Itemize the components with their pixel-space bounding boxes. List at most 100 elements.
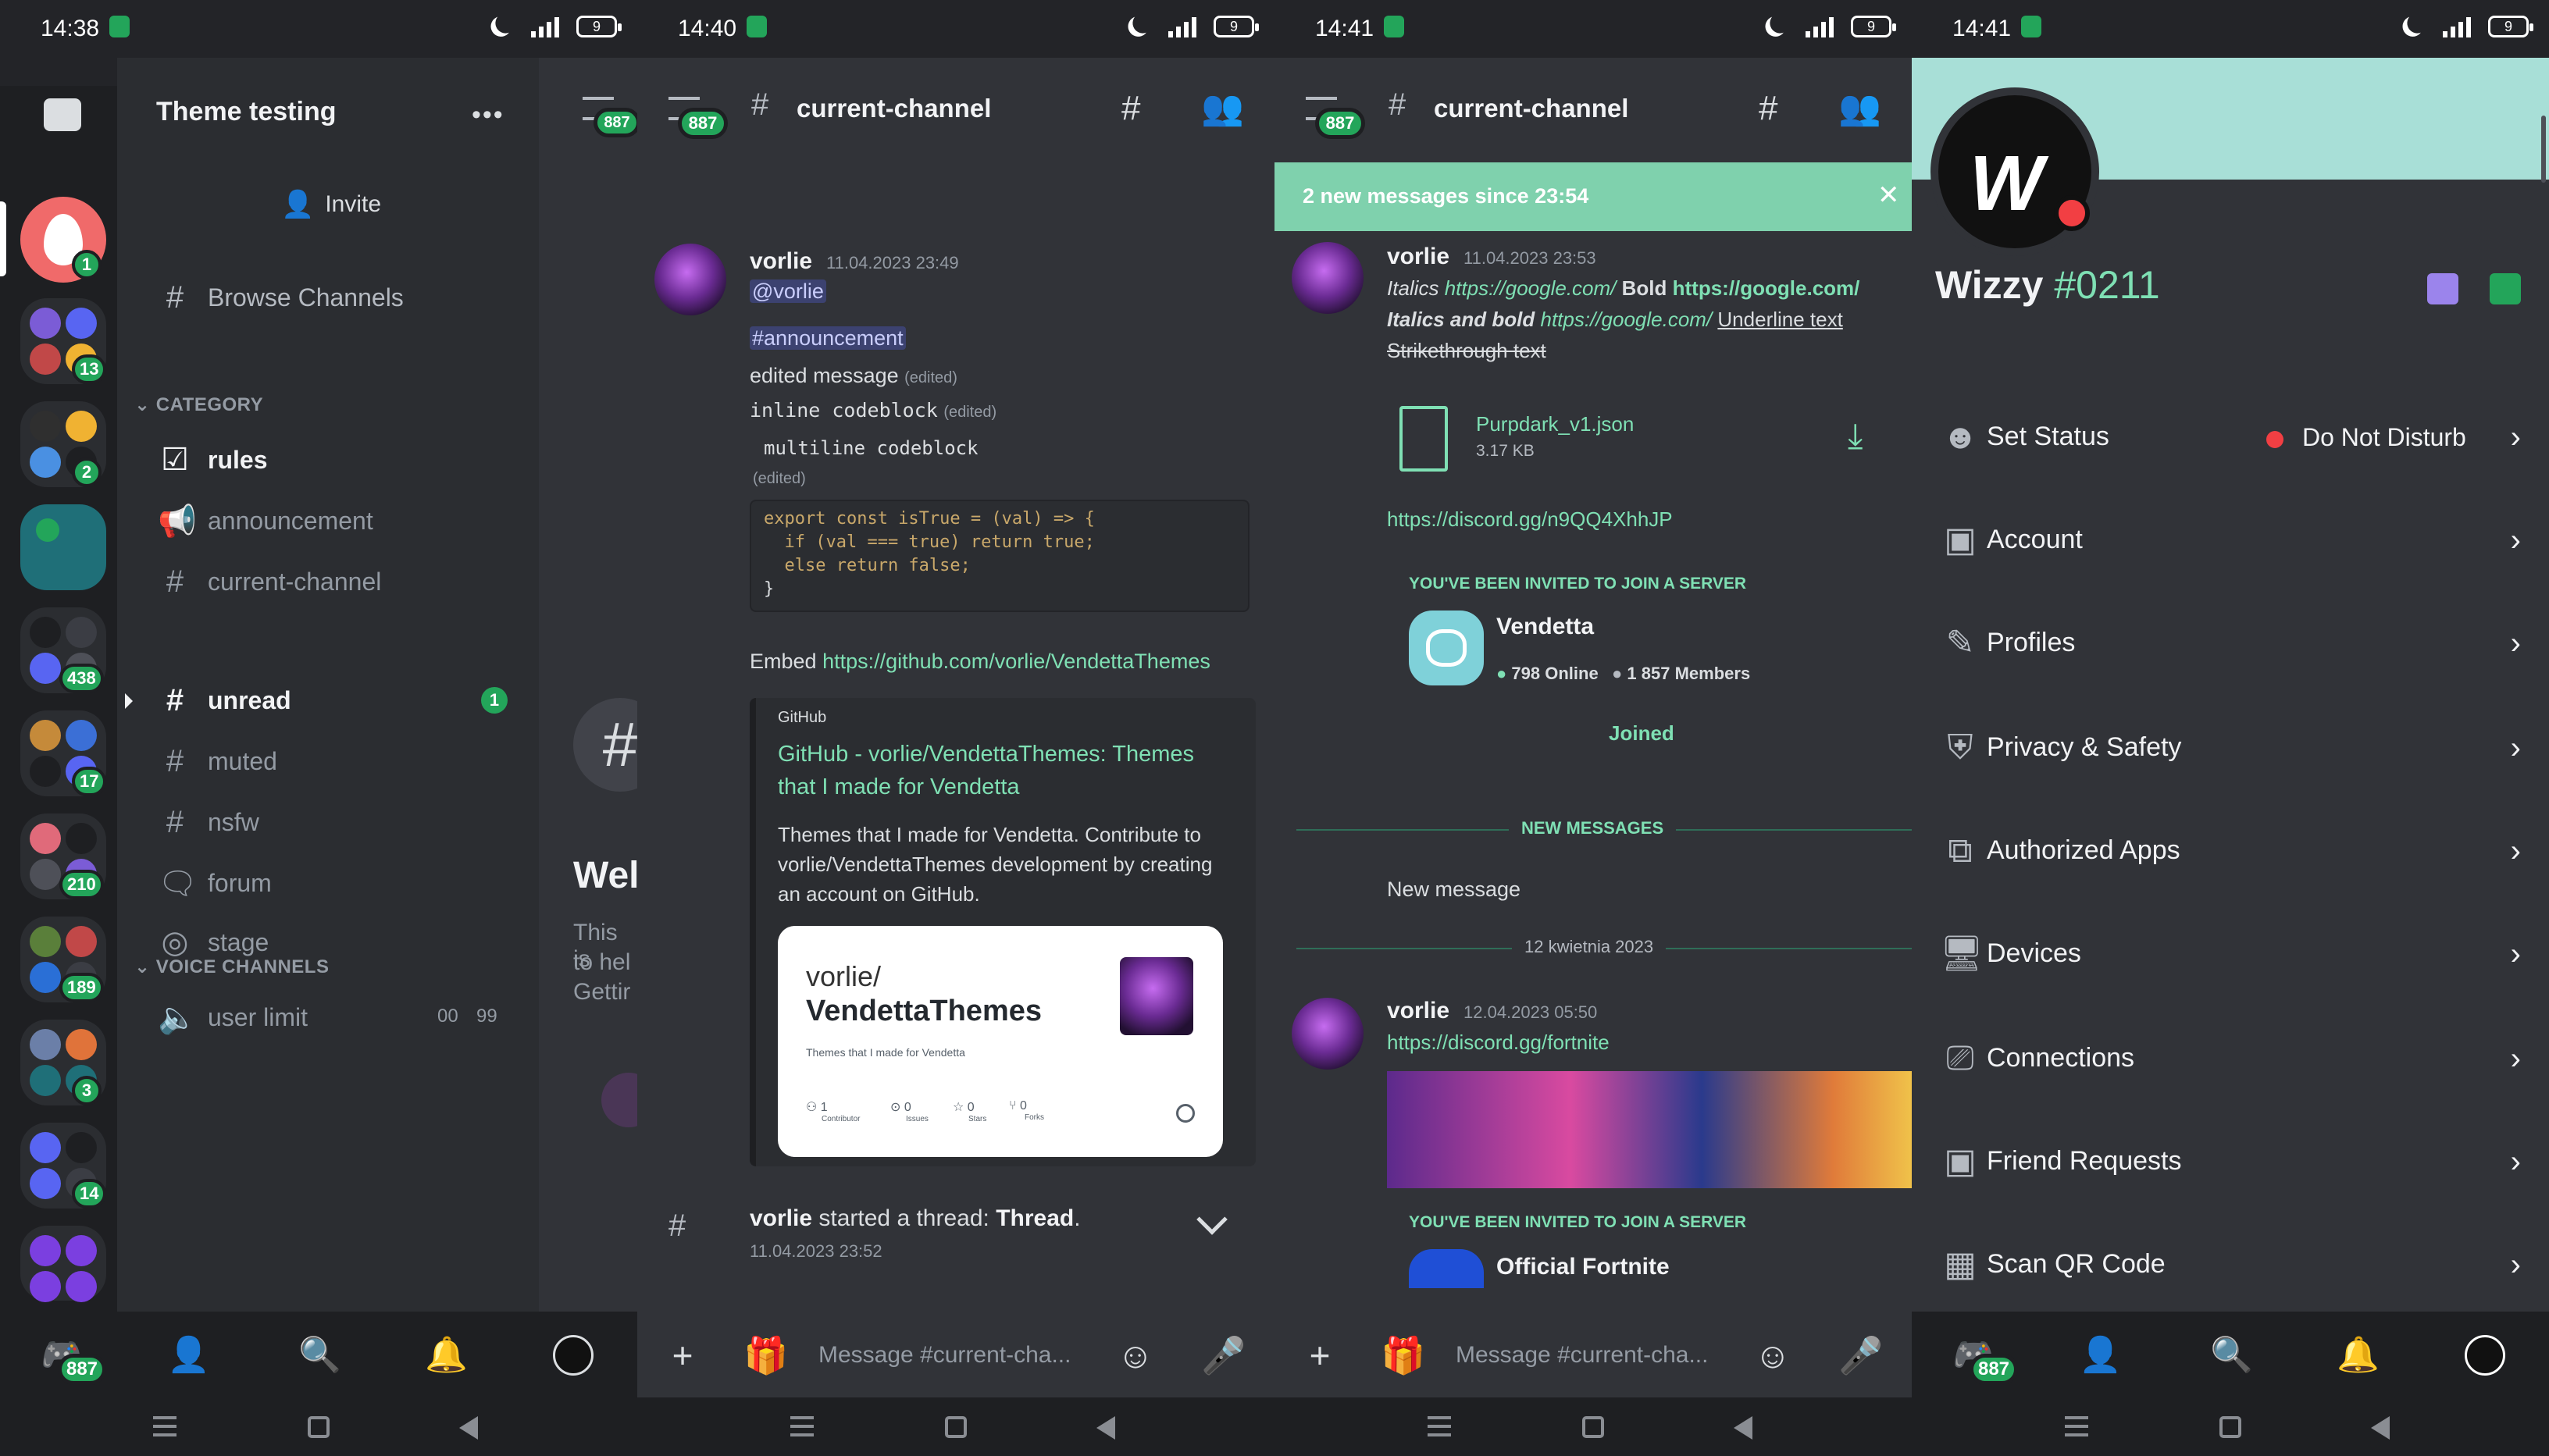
voice-channel-name: user limit bbox=[208, 1002, 308, 1031]
discriminator: #0211 bbox=[2054, 263, 2160, 307]
menu-privacy-safety[interactable]: ⛨ Privacy & Safety › bbox=[1912, 696, 2549, 799]
close-icon[interactable]: ✕ bbox=[1877, 180, 1900, 211]
invite-link[interactable]: https://discord.gg/n9QQ4XhhJP bbox=[1387, 507, 1673, 532]
back-nav-icon[interactable] bbox=[1734, 1416, 1752, 1440]
home-nav-icon[interactable] bbox=[945, 1416, 967, 1438]
channel-nsfw[interactable]: # nsfw bbox=[158, 796, 259, 848]
menu-profiles[interactable]: ✎ Profiles › bbox=[1912, 592, 2549, 695]
embed-title-line1[interactable]: GitHub - vorlie/VendettaThemes: Themes bbox=[778, 742, 1194, 767]
microphone-icon[interactable]: 🎤 bbox=[1838, 1333, 1883, 1377]
profile-tab-avatar[interactable] bbox=[2465, 1335, 2505, 1376]
server-badge: 3 bbox=[72, 1076, 102, 1105]
notifications-tab-icon[interactable]: 🔔 bbox=[425, 1335, 468, 1376]
recent-apps-icon[interactable] bbox=[2065, 1416, 2088, 1436]
file-name[interactable]: Purpdark_v1.json bbox=[1476, 412, 1634, 436]
message-author[interactable]: vorlie bbox=[1387, 244, 1449, 270]
message-link[interactable]: https://discord.gg/fortnite bbox=[1387, 1031, 1610, 1055]
gift-icon[interactable]: 🎁 bbox=[1381, 1333, 1425, 1377]
emoji-icon[interactable]: ☺ bbox=[1114, 1333, 1157, 1377]
user-mention[interactable]: @vorlie bbox=[750, 279, 826, 304]
microphone-icon[interactable]: 🎤 bbox=[1201, 1333, 1246, 1377]
gift-icon[interactable]: 🎁 bbox=[743, 1333, 788, 1377]
file-attachment[interactable]: Purpdark_v1.json 3.17 KB ⤓ bbox=[1387, 389, 1902, 479]
menu-connections[interactable]: ⎚ Connections › bbox=[1912, 1007, 2549, 1110]
menu-friend-requests[interactable]: ▣ Friend Requests › bbox=[1912, 1110, 2549, 1213]
embed-image-card[interactable]: vorlie/ VendettaThemes Themes that I mad… bbox=[778, 926, 1223, 1157]
menu-scan-qr[interactable]: ▦ Scan QR Code › bbox=[1912, 1213, 2549, 1316]
channel-muted[interactable]: # muted bbox=[158, 735, 277, 787]
message-author[interactable]: vorlie bbox=[750, 248, 812, 275]
channel-rules[interactable]: ☑ rules bbox=[158, 434, 267, 486]
joined-button[interactable]: Joined bbox=[1609, 721, 1674, 746]
members-icon[interactable]: 👥 bbox=[1201, 87, 1244, 128]
battery-icon: 9 bbox=[1214, 16, 1259, 37]
server-rail[interactable]: 1 13 2 438 17 210 189 3 14 bbox=[0, 86, 117, 1312]
recent-apps-icon[interactable] bbox=[790, 1416, 814, 1436]
browse-channels-row[interactable]: # Browse Channels bbox=[158, 272, 404, 323]
more-dots-icon[interactable]: ••• bbox=[472, 100, 504, 130]
chat-peek[interactable]: 887 # Wel This is to hel Gettir bbox=[539, 58, 637, 1312]
channel-announcement[interactable]: 📢 announcement bbox=[158, 495, 373, 546]
server-icon[interactable] bbox=[20, 504, 106, 590]
back-nav-icon[interactable] bbox=[1096, 1416, 1115, 1440]
new-messages-banner[interactable]: 2 new messages since 23:54 ✕ bbox=[1274, 162, 1912, 231]
avatar[interactable] bbox=[1292, 242, 1364, 314]
download-icon[interactable]: ⤓ bbox=[1848, 417, 1863, 456]
dm-icon[interactable] bbox=[44, 98, 81, 131]
channel-name: rules bbox=[208, 445, 268, 474]
scrollbar[interactable] bbox=[2541, 116, 2546, 183]
invite-button[interactable]: 👤 Invite bbox=[281, 189, 381, 220]
category-header[interactable]: ⌄ CATEGORY bbox=[134, 393, 263, 416]
voice-category-header[interactable]: ⌄ VOICE CHANNELS bbox=[134, 956, 329, 978]
message-input[interactable]: Message #current-cha... bbox=[818, 1333, 1100, 1377]
recent-apps-icon[interactable] bbox=[1428, 1416, 1451, 1436]
profile-avatar[interactable]: W bbox=[1930, 87, 2099, 256]
friends-tab-icon[interactable]: 👤 bbox=[167, 1335, 210, 1376]
members-icon[interactable]: 👥 bbox=[1838, 87, 1881, 128]
home-nav-icon[interactable] bbox=[308, 1416, 330, 1438]
embed-title-line2[interactable]: that I made for Vendetta bbox=[778, 774, 1020, 800]
bottom-tab-bar: 🎮 887 👤 🔍 🔔 bbox=[0, 1312, 637, 1397]
link-embed[interactable]: GitHub GitHub - vorlie/VendettaThemes: T… bbox=[750, 698, 1256, 1166]
invite-members: ● 1 857 Members bbox=[1612, 664, 1751, 683]
thread-started[interactable]: vorlie started a thread: Thread. bbox=[750, 1205, 1081, 1232]
emoji-icon[interactable]: ☺ bbox=[1751, 1333, 1795, 1377]
menu-set-status[interactable]: ☻ Set Status Do Not Disturb › bbox=[1912, 386, 2549, 489]
avatar[interactable] bbox=[1292, 998, 1364, 1070]
channel-unread[interactable]: # unread bbox=[158, 675, 291, 726]
dev-badge-icon[interactable] bbox=[2490, 273, 2521, 304]
back-nav-icon[interactable] bbox=[459, 1416, 478, 1440]
back-nav-icon[interactable] bbox=[2371, 1416, 2390, 1440]
plus-icon[interactable]: + bbox=[661, 1333, 704, 1377]
message-input[interactable]: Message #current-cha... bbox=[1456, 1333, 1737, 1377]
friends-tab-icon[interactable]: 👤 bbox=[2079, 1335, 2122, 1376]
profile-tab-avatar[interactable] bbox=[553, 1335, 594, 1376]
search-tab-icon[interactable]: 🔍 bbox=[2210, 1335, 2253, 1376]
home-nav-icon[interactable] bbox=[1582, 1416, 1604, 1438]
channel-current[interactable]: # current-channel bbox=[158, 556, 381, 607]
peek-badge: 887 bbox=[594, 108, 637, 137]
menu-account[interactable]: ▣ Account › bbox=[1912, 489, 2549, 592]
menu-label: Profiles bbox=[1987, 628, 2076, 657]
plus-icon[interactable]: + bbox=[1298, 1333, 1342, 1377]
search-tab-icon[interactable]: 🔍 bbox=[298, 1335, 341, 1376]
menu-authorized-apps[interactable]: ⧉ Authorized Apps › bbox=[1912, 799, 2549, 902]
server-folder[interactable] bbox=[20, 1226, 106, 1302]
embed-link[interactable]: https://github.com/vorlie/VendettaThemes bbox=[822, 650, 1210, 673]
threads-icon[interactable]: # bbox=[1759, 89, 1777, 128]
home-nav-icon[interactable] bbox=[2219, 1416, 2241, 1438]
avatar[interactable] bbox=[654, 244, 726, 315]
voice-channel-user-limit[interactable]: 🔈 user limit bbox=[158, 991, 308, 1043]
message-composer: + 🎁 Message #current-cha... ☺ 🎤 bbox=[1274, 1312, 1912, 1397]
invite-banner-image[interactable] bbox=[1387, 1071, 1912, 1188]
server-name[interactable]: Theme testing bbox=[156, 97, 336, 127]
card-avatar bbox=[1120, 957, 1193, 1035]
menu-devices[interactable]: 🖥 Devices › bbox=[1912, 902, 2549, 1006]
message-author[interactable]: vorlie bbox=[1387, 998, 1449, 1024]
threads-icon[interactable]: # bbox=[1121, 89, 1140, 128]
channel-mention[interactable]: #announcement bbox=[750, 326, 906, 351]
nitro-badge-icon[interactable] bbox=[2427, 273, 2458, 304]
notifications-tab-icon[interactable]: 🔔 bbox=[2337, 1335, 2380, 1376]
channel-forum[interactable]: 🗨 forum bbox=[158, 857, 272, 909]
recent-apps-icon[interactable] bbox=[153, 1416, 176, 1436]
